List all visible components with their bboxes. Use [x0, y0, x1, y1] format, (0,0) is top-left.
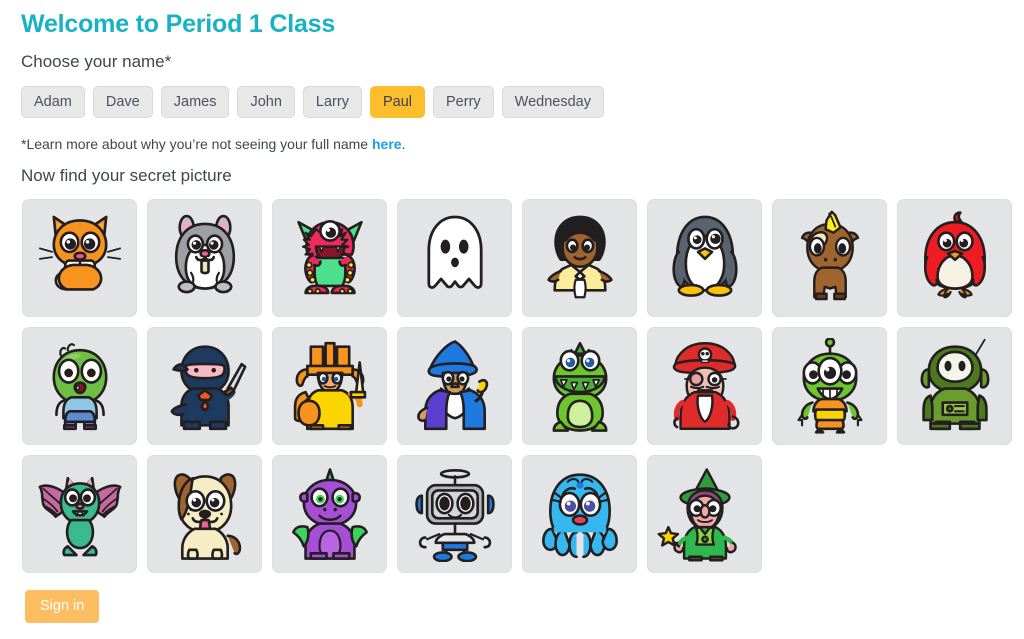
princess-avatar[interactable] [522, 198, 637, 317]
octopus-avatar[interactable] [522, 454, 637, 573]
hamster-avatar[interactable] [147, 198, 262, 317]
dog-avatar-art [173, 472, 241, 560]
alien-avatar-art [796, 337, 863, 434]
name-option-perry[interactable]: Perry [433, 86, 494, 119]
zombie-avatar[interactable] [22, 326, 137, 445]
dinosaur-avatar-art [552, 341, 607, 432]
wizard-avatar[interactable] [397, 326, 512, 445]
choose-name-label: Choose your name* [21, 52, 172, 72]
dinosaur-avatar[interactable] [522, 326, 637, 445]
ninja-avatar-art [170, 344, 246, 430]
green-robot-avatar-art [920, 338, 989, 430]
wizard-avatar-art [416, 339, 488, 430]
learn-more-here-link[interactable]: here [372, 136, 402, 152]
ghost-avatar[interactable] [397, 198, 512, 317]
signin-page: Welcome to Period 1 Class Choose your na… [0, 0, 1024, 624]
knight-avatar-art [293, 341, 366, 430]
penguin-avatar[interactable] [647, 198, 762, 317]
page-title: Welcome to Period 1 Class [21, 10, 336, 38]
pirate-avatar[interactable] [647, 326, 762, 445]
princess-avatar-art [546, 215, 613, 298]
dragon-avatar-art [291, 467, 368, 560]
name-option-larry[interactable]: Larry [302, 86, 362, 119]
bird-avatar[interactable] [897, 198, 1012, 317]
robot-avatar[interactable] [397, 454, 512, 573]
pirate-avatar-art [672, 341, 740, 430]
name-option-john[interactable]: John [237, 86, 295, 119]
secret-picture-heading: Now find your secret picture [21, 165, 232, 185]
penguin-avatar-art [671, 215, 738, 297]
unicorn-avatar[interactable] [772, 198, 887, 317]
bat-avatar[interactable] [22, 454, 137, 573]
footnote-text-after: . [401, 136, 406, 153]
bat-avatar-art [38, 476, 121, 556]
hamster-avatar-art [174, 214, 235, 293]
name-option-dave[interactable]: Dave [92, 86, 153, 119]
full-name-footnote: *Learn more about why you’re not seeing … [0, 118, 1024, 153]
zombie-avatar-art [52, 342, 107, 430]
name-chooser: Adam Dave James John Larry Paul Perry Wednesday [0, 73, 1024, 119]
dog-avatar[interactable] [147, 454, 262, 573]
monster-avatar-art [296, 219, 363, 294]
monster-avatar[interactable] [272, 198, 387, 317]
octopus-avatar-art [541, 472, 618, 558]
knight-avatar[interactable] [272, 326, 387, 445]
name-option-wednesday[interactable]: Wednesday [501, 86, 604, 119]
ninja-avatar[interactable] [147, 326, 262, 445]
name-option-paul[interactable]: Paul [369, 86, 425, 119]
dragon-avatar[interactable] [272, 454, 387, 573]
name-option-james[interactable]: James [160, 86, 230, 119]
witch-avatar-art [657, 467, 737, 562]
alien-avatar[interactable] [772, 326, 887, 445]
robot-avatar-art [414, 468, 495, 562]
footnote-text-before: *Learn more about why you’re not seeing … [21, 136, 372, 153]
unicorn-avatar-art [800, 210, 859, 300]
sign-in-button[interactable]: Sign in [25, 589, 100, 624]
avatar-grid [0, 186, 1024, 573]
signin-row: Sign in [0, 573, 1024, 624]
green-robot-avatar[interactable] [897, 326, 1012, 445]
cat-avatar-art [38, 215, 121, 291]
ghost-avatar-art [426, 215, 483, 289]
bird-avatar-art [923, 210, 986, 298]
name-option-adam[interactable]: Adam [21, 86, 85, 119]
cat-avatar[interactable] [22, 198, 137, 317]
witch-avatar[interactable] [647, 454, 762, 573]
